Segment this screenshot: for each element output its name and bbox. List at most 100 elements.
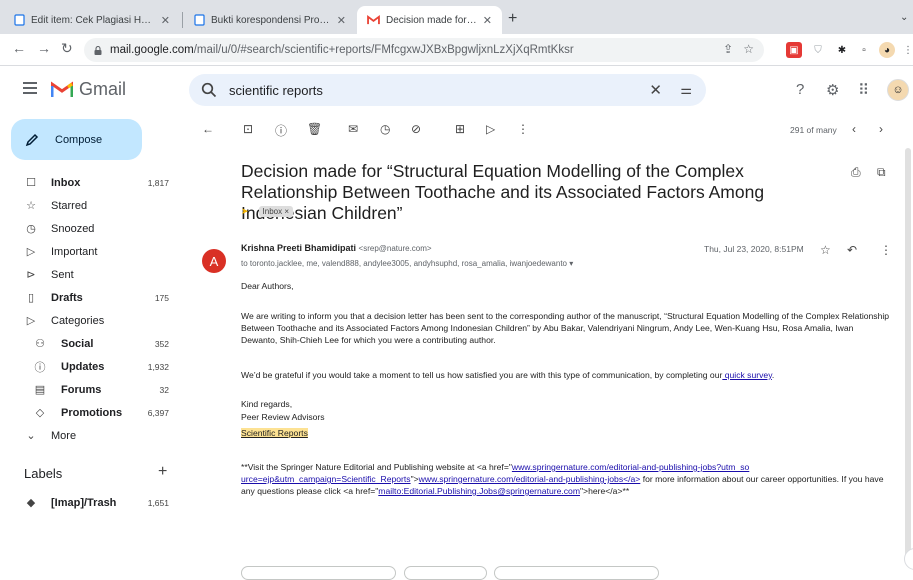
recipients-line[interactable]: to toronto.jacklee, me, valend888, andyl…: [241, 259, 573, 268]
sidebar-item-drafts[interactable]: ▯ Drafts 175: [0, 286, 183, 309]
sidebar-item-label: Promotions: [61, 406, 123, 419]
share-icon[interactable]: ⇪: [723, 42, 733, 56]
close-tab-icon[interactable]: ✕: [161, 14, 170, 27]
sidebar-item-inbox[interactable]: ☐ Inbox 1,817: [0, 171, 183, 194]
pencil-icon: [25, 133, 39, 146]
previous-chevron-icon[interactable]: ‹: [852, 122, 856, 136]
signoff-journal: Scientific Reports: [241, 427, 891, 439]
sidebar-item-label: Inbox: [51, 176, 81, 189]
move-to-icon[interactable]: ⊞: [455, 122, 465, 136]
create-label-button[interactable]: +: [158, 463, 167, 481]
side-panel-toggle[interactable]: [904, 548, 913, 570]
sidebar-item-sent[interactable]: ⊳ Sent: [0, 263, 183, 286]
extension-shield-icon[interactable]: ⛉: [810, 42, 826, 58]
gmail-header: Gmail scientific reports ✕ ⚌ ? ⚙ ⠿ ☺: [0, 67, 913, 113]
back-arrow-icon[interactable]: ←: [12, 40, 26, 56]
browser-menu-icon[interactable]: ⋮: [900, 42, 913, 58]
sidebar-item-label: Important: [51, 245, 98, 258]
sidebar-item-count: 1,651: [147, 497, 169, 508]
search-icon[interactable]: [201, 82, 217, 98]
browser-tab[interactable]: Edit item: Cek Plagiasi Healthcare ✕: [4, 6, 180, 34]
label-icon[interactable]: ▷: [486, 122, 495, 136]
reload-icon[interactable]: ↻: [61, 40, 73, 57]
message-more-icon[interactable]: ⋮: [880, 243, 892, 257]
sidebar-item-social[interactable]: ⚇ Social 352: [0, 332, 183, 355]
extension-pdf-icon[interactable]: ▣: [786, 42, 802, 58]
scientific-reports-link[interactable]: Scientific Reports: [241, 428, 308, 438]
survey-text-end: .: [771, 370, 775, 380]
sidebar-item-snoozed[interactable]: ◷ Snoozed: [0, 217, 183, 240]
gmail-wordmark: Gmail: [79, 79, 127, 99]
close-tab-icon[interactable]: ✕: [337, 14, 346, 27]
sidebar-item-forums[interactable]: ▤ Forums 32: [0, 378, 183, 401]
apps-grid-icon[interactable]: ⠿: [858, 81, 869, 99]
sidebar-item-more[interactable]: ⌄ More: [0, 424, 183, 447]
reply-all-button[interactable]: [404, 566, 487, 580]
open-new-window-icon[interactable]: ⧉: [877, 165, 886, 180]
tab-search-icon[interactable]: ⌄: [900, 12, 908, 23]
more-options-icon[interactable]: ⋮: [517, 122, 529, 136]
sidebar-item-imap-trash[interactable]: ◆ [Imap]/Trash 1,651: [0, 491, 183, 514]
search-options-icon[interactable]: ⚌: [680, 82, 692, 98]
report-spam-icon[interactable]: ⓘ: [275, 122, 287, 139]
mail-search-bar[interactable]: scientific reports ✕ ⚌: [189, 74, 706, 106]
tab-title: Edit item: Cek Plagiasi Healthcare: [31, 14, 155, 26]
sidebar-item-label: Categories: [51, 314, 105, 327]
print-icon[interactable]: ⎙: [851, 165, 861, 180]
add-task-icon[interactable]: ⊘: [411, 122, 421, 136]
email-greeting: Dear Authors,: [241, 281, 294, 291]
reply-icon[interactable]: ↶: [847, 243, 857, 257]
extensions-puzzle-icon[interactable]: ✱: [834, 42, 850, 58]
sidebar-item-starred[interactable]: ☆ Starred: [0, 194, 183, 217]
sidebar-item-count: 1,817: [147, 177, 169, 188]
sidebar-item-label: Social: [61, 337, 94, 350]
browser-tab-active[interactable]: Decision made for “Structural Equation ✕: [357, 6, 502, 34]
springer-jobs-link-text[interactable]: www.springernature.com/editorial-and-pub…: [419, 474, 641, 484]
mailto-link[interactable]: mailto:Editorial.Publishing.Jobs@springe…: [378, 486, 580, 496]
sidebar-item-promotions[interactable]: ◇ Promotions 6,397: [0, 401, 183, 424]
main-menu-icon[interactable]: [23, 82, 37, 97]
email-date: Thu, Jul 23, 2020, 8:51PM: [704, 244, 804, 254]
account-avatar[interactable]: ☺: [887, 79, 909, 101]
settings-gear-icon[interactable]: ⚙: [826, 81, 839, 99]
close-tab-icon[interactable]: ✕: [483, 14, 492, 27]
signoff-team: Peer Review Advisors: [241, 412, 325, 422]
compose-button[interactable]: Compose: [11, 119, 142, 160]
inbox-label-chip[interactable]: Inbox ×: [258, 206, 294, 217]
forward-button[interactable]: [494, 566, 659, 580]
address-bar[interactable]: mail.google.com /mail/u/0/#search/scient…: [84, 38, 764, 62]
sender-name[interactable]: Krishna Preeti Bhamidipati: [241, 243, 356, 253]
document-icon: [194, 14, 205, 26]
compose-label: Compose: [55, 133, 103, 146]
clear-search-icon[interactable]: ✕: [649, 81, 662, 99]
important-icon: ▷: [26, 246, 36, 258]
sidebar-item-updates[interactable]: ⓘ Updates 1,932: [0, 355, 183, 378]
forward-arrow-icon[interactable]: →: [37, 40, 51, 56]
url-path: /mail/u/0/#search/scientific+reports/FMf…: [193, 44, 574, 56]
sidebar-item-label: Updates: [61, 360, 105, 373]
sidebar-item-categories[interactable]: ▷ Categories: [0, 309, 183, 332]
new-tab-button[interactable]: +: [508, 10, 517, 28]
social-icon: ⚇: [35, 338, 45, 350]
reply-button[interactable]: [241, 566, 396, 580]
search-input[interactable]: scientific reports: [229, 83, 323, 98]
sidebar-item-important[interactable]: ▷ Important: [0, 240, 183, 263]
importance-marker-icon[interactable]: ➤: [241, 206, 249, 217]
archive-icon[interactable]: ⊡: [243, 122, 253, 136]
labels-heading: Labels: [24, 466, 63, 481]
help-icon[interactable]: ?: [796, 81, 804, 98]
message-scrollbar[interactable]: [905, 148, 911, 558]
snooze-clock-icon[interactable]: ◷: [380, 122, 390, 136]
draft-icon: ▯: [27, 292, 35, 304]
mark-unread-icon[interactable]: ✉: [348, 122, 358, 136]
browser-tab[interactable]: Bukti korespondensi Processes ✕: [184, 6, 356, 34]
gmail-logo[interactable]: Gmail: [51, 79, 126, 100]
back-to-list-icon[interactable]: ←: [202, 122, 214, 136]
profile-avatar[interactable]: ◕: [879, 42, 895, 58]
bookmark-star-icon[interactable]: ☆: [743, 42, 754, 56]
next-chevron-icon[interactable]: ›: [879, 122, 883, 136]
quick-survey-link[interactable]: quick survey: [722, 370, 772, 380]
delete-trash-icon[interactable]: 🗑: [307, 122, 322, 136]
sidepanel-icon[interactable]: ▫: [856, 42, 872, 58]
star-icon[interactable]: ☆: [820, 243, 831, 257]
